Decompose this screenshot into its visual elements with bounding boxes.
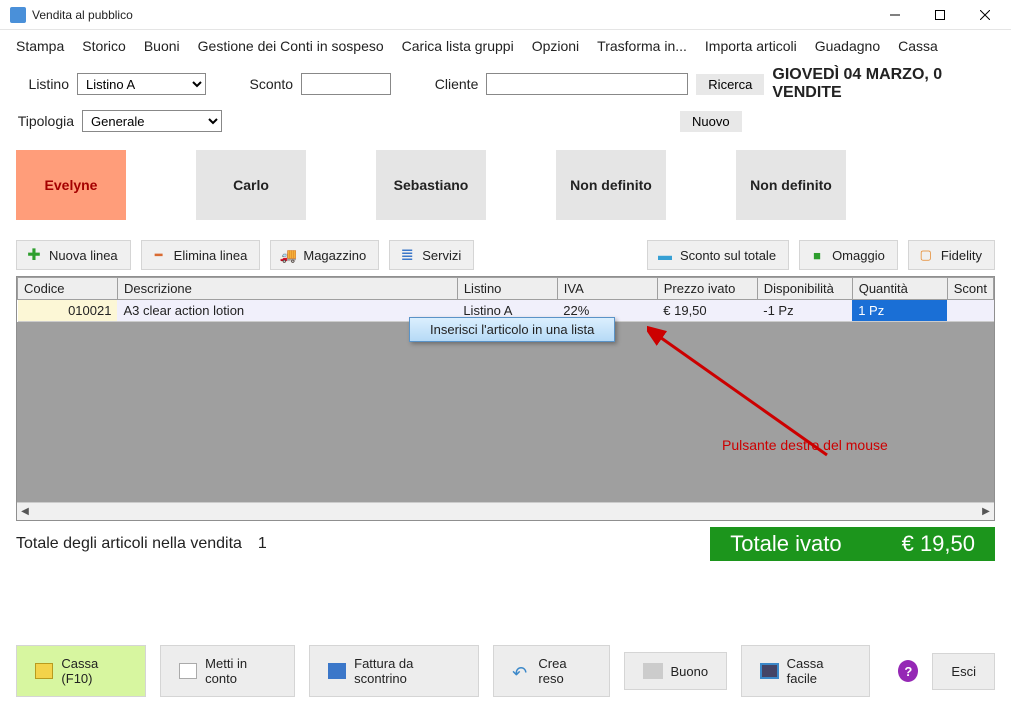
cell-codice: 010021 bbox=[18, 300, 118, 322]
app-icon bbox=[10, 7, 26, 23]
magazzino-button[interactable]: Magazzino bbox=[270, 240, 379, 270]
fidelity-icon bbox=[917, 246, 935, 264]
help-icon[interactable]: ? bbox=[898, 660, 918, 682]
total-label: Totale ivato bbox=[730, 531, 841, 557]
maximize-button[interactable] bbox=[917, 0, 962, 30]
minus-icon bbox=[150, 246, 168, 264]
totals-row: Totale degli articoli nella vendita 1 To… bbox=[0, 521, 1011, 567]
cell-sconto bbox=[947, 300, 993, 322]
filter-row-1: Listino Listino A Sconto Cliente Ricerca… bbox=[0, 62, 1011, 106]
plus-icon bbox=[25, 246, 43, 264]
col-descrizione[interactable]: Descrizione bbox=[117, 278, 457, 300]
titlebar: Vendita al pubblico bbox=[0, 0, 1011, 30]
menu-opzioni[interactable]: Opzioni bbox=[532, 38, 579, 54]
col-sconto[interactable]: Scont bbox=[947, 278, 993, 300]
date-header: GIOVEDÌ 04 MARZO, 0 VENDITE bbox=[772, 66, 995, 102]
toolbar: Nuova linea Elimina linea Magazzino Serv… bbox=[0, 234, 1011, 276]
menubar: Stampa Storico Buoni Gestione dei Conti … bbox=[0, 30, 1011, 62]
cassa-facile-button[interactable]: Cassa facile bbox=[741, 645, 870, 697]
document-icon bbox=[328, 663, 346, 679]
col-listino[interactable]: Listino bbox=[457, 278, 557, 300]
menu-buoni[interactable]: Buoni bbox=[144, 38, 180, 54]
gift-icon bbox=[808, 246, 826, 264]
menu-cassa[interactable]: Cassa bbox=[898, 38, 938, 54]
servizi-button[interactable]: Servizi bbox=[389, 240, 474, 270]
footer: Cassa (F10) Metti in conto Fattura da sc… bbox=[0, 637, 1011, 711]
cell-prezzo: € 19,50 bbox=[657, 300, 757, 322]
ricerca-button[interactable]: Ricerca bbox=[696, 74, 764, 95]
elimina-linea-button[interactable]: Elimina linea bbox=[141, 240, 261, 270]
fattura-button[interactable]: Fattura da scontrino bbox=[309, 645, 479, 697]
cassa-button[interactable]: Cassa (F10) bbox=[16, 645, 146, 697]
user-tile-evelyne[interactable]: Evelyne bbox=[16, 150, 126, 220]
menu-importa[interactable]: Importa articoli bbox=[705, 38, 797, 54]
cliente-input[interactable] bbox=[486, 73, 688, 95]
cell-descrizione: A3 clear action lotion bbox=[117, 300, 457, 322]
metti-in-conto-button[interactable]: Metti in conto bbox=[160, 645, 295, 697]
scroll-left-icon[interactable]: ◀ bbox=[17, 506, 33, 517]
close-button[interactable] bbox=[962, 0, 1007, 30]
tipologia-select[interactable]: Generale bbox=[82, 110, 222, 132]
nuova-linea-button[interactable]: Nuova linea bbox=[16, 240, 131, 270]
grid: Codice Descrizione Listino IVA Prezzo iv… bbox=[16, 276, 995, 521]
fidelity-button[interactable]: Fidelity bbox=[908, 240, 995, 270]
col-disponibilita[interactable]: Disponibilità bbox=[757, 278, 852, 300]
book-icon bbox=[179, 663, 197, 679]
user-tile-nondef-1[interactable]: Non definito bbox=[556, 150, 666, 220]
user-tiles: Evelyne Carlo Sebastiano Non definito No… bbox=[0, 136, 1011, 234]
scroll-right-icon[interactable]: ▶ bbox=[978, 506, 994, 517]
grid-empty-area bbox=[17, 322, 994, 502]
col-quantita[interactable]: Quantità bbox=[852, 278, 947, 300]
list-icon bbox=[398, 246, 416, 264]
col-iva[interactable]: IVA bbox=[557, 278, 657, 300]
total-box: Totale ivato € 19,50 bbox=[710, 527, 995, 561]
esci-button[interactable]: Esci bbox=[932, 653, 995, 690]
menu-guadagno[interactable]: Guadagno bbox=[815, 38, 880, 54]
col-codice[interactable]: Codice bbox=[18, 278, 118, 300]
menu-storico[interactable]: Storico bbox=[82, 38, 126, 54]
listino-label: Listino bbox=[16, 76, 69, 92]
menu-carica-lista[interactable]: Carica lista gruppi bbox=[402, 38, 514, 54]
nuovo-button[interactable]: Nuovo bbox=[680, 111, 742, 132]
sconto-totale-button[interactable]: Sconto sul totale bbox=[647, 240, 789, 270]
listino-select[interactable]: Listino A bbox=[77, 73, 206, 95]
horizontal-scrollbar[interactable]: ◀ ▶ bbox=[17, 502, 994, 520]
col-prezzo[interactable]: Prezzo ivato bbox=[657, 278, 757, 300]
sconto-label: Sconto bbox=[240, 76, 293, 92]
user-tile-nondef-2[interactable]: Non definito bbox=[736, 150, 846, 220]
total-value: € 19,50 bbox=[902, 531, 975, 557]
buono-button[interactable]: Buono bbox=[624, 652, 728, 690]
user-tile-sebastiano[interactable]: Sebastiano bbox=[376, 150, 486, 220]
items-total-label: Totale degli articoli nella vendita bbox=[16, 535, 242, 553]
cash-icon bbox=[35, 663, 53, 679]
omaggio-button[interactable]: Omaggio bbox=[799, 240, 898, 270]
cell-disponibilita: -1 Pz bbox=[757, 300, 852, 322]
filter-row-2: Tipologia Generale Nuovo bbox=[0, 106, 1011, 136]
menu-gestione-conti[interactable]: Gestione dei Conti in sospeso bbox=[198, 38, 384, 54]
sconto-input[interactable] bbox=[301, 73, 391, 95]
context-menu-insert-list[interactable]: Inserisci l'articolo in una lista bbox=[409, 317, 615, 342]
items-total-count: 1 bbox=[258, 535, 267, 553]
minimize-button[interactable] bbox=[872, 0, 917, 30]
window-title: Vendita al pubblico bbox=[32, 8, 872, 22]
tipologia-label: Tipologia bbox=[16, 113, 74, 129]
discount-icon bbox=[656, 246, 674, 264]
menu-trasforma[interactable]: Trasforma in... bbox=[597, 38, 687, 54]
crea-reso-button[interactable]: Crea reso bbox=[493, 645, 609, 697]
user-tile-carlo[interactable]: Carlo bbox=[196, 150, 306, 220]
ticket-icon bbox=[643, 663, 663, 679]
truck-icon bbox=[279, 246, 297, 264]
undo-icon bbox=[512, 663, 530, 679]
screen-icon bbox=[760, 663, 779, 679]
cell-quantita[interactable]: 1 Pz bbox=[852, 300, 947, 322]
menu-stampa[interactable]: Stampa bbox=[16, 38, 64, 54]
cliente-label: Cliente bbox=[425, 76, 478, 92]
